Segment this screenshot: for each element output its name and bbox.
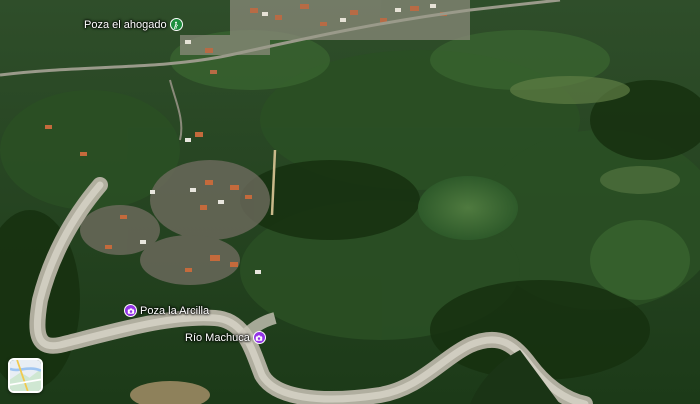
- satellite-imagery[interactable]: [0, 0, 700, 404]
- camera-icon: [252, 331, 266, 344]
- place-label: Poza el ahogado: [84, 18, 167, 31]
- hiking-icon: [169, 18, 183, 31]
- map-layers-button[interactable]: [8, 358, 43, 393]
- place-label: Poza la Arcilla: [140, 304, 210, 317]
- map-layers-icon: [10, 360, 41, 391]
- place-poza-el-ahogado[interactable]: Poza el ahogado: [84, 18, 183, 31]
- place-poza-la-arcilla[interactable]: Poza la Arcilla: [124, 304, 209, 317]
- place-rio-machuca[interactable]: Río Machuca: [185, 331, 266, 344]
- place-label: Río Machuca: [185, 331, 250, 344]
- camera-icon: [124, 304, 137, 317]
- satellite-map-view[interactable]: Poza el ahogado Poza la Arcilla Río Mach…: [0, 0, 700, 404]
